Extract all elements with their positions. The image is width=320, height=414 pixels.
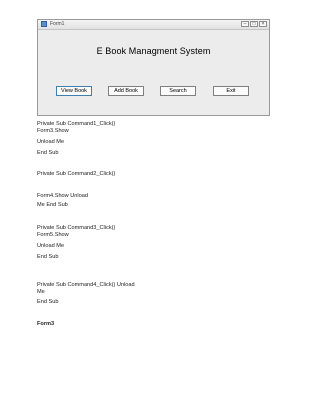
window-titlebar: Form1 – □ ×: [38, 20, 269, 30]
code-line: Unload Me: [37, 243, 65, 249]
code-line: Me: [37, 289, 45, 295]
code-line: Private Sub Command2_Click(): [37, 171, 116, 177]
add-book-button[interactable]: Add Book: [108, 86, 144, 96]
code-line: Form3.Show: [37, 128, 69, 134]
code-line: Me End Sub: [37, 202, 68, 208]
window-title: Form1: [50, 21, 65, 27]
code-line: End Sub: [37, 299, 59, 305]
minimize-button[interactable]: –: [241, 21, 249, 27]
code-line: Private Sub Command3_Click(): [37, 225, 116, 231]
close-button[interactable]: ×: [259, 21, 267, 27]
search-button[interactable]: Search: [160, 86, 196, 96]
maximize-button[interactable]: □: [250, 21, 258, 27]
code-line: Private Sub Command1_Click(): [37, 121, 116, 127]
code-line: Private Sub Command4_Click() Unload: [37, 282, 135, 288]
code-line: End Sub: [37, 150, 59, 156]
app-icon: [41, 21, 47, 27]
code-line: Form4.Show Unload: [37, 193, 88, 199]
code-line: Form5.Show: [37, 232, 69, 238]
code-line: Unload Me: [37, 139, 65, 145]
section-heading: Form3: [37, 321, 55, 327]
code-line: End Sub: [37, 254, 59, 260]
exit-button[interactable]: Exit: [213, 86, 249, 96]
form-window: Form1 – □ × E Book Managment System View…: [37, 19, 270, 116]
form-heading: E Book Managment System: [96, 46, 211, 56]
view-book-button[interactable]: View Book: [56, 86, 92, 96]
